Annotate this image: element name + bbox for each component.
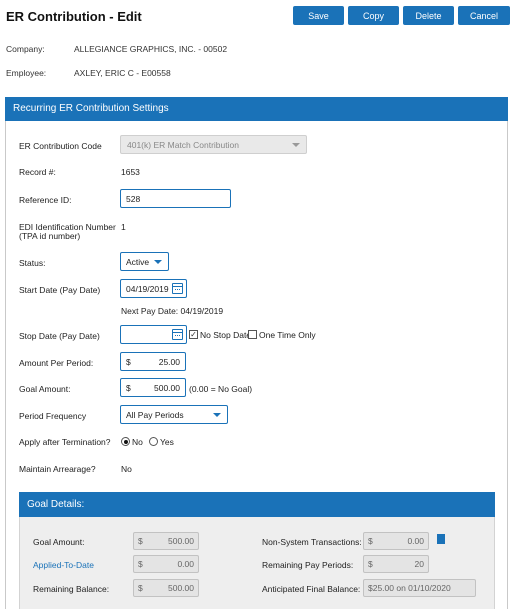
applied-to-date-value: 0.00 [177, 559, 194, 569]
chevron-down-icon [213, 413, 221, 417]
contribution-code-value: 401(k) ER Match Contribution [127, 140, 239, 150]
contribution-code-select: 401(k) ER Match Contribution [120, 135, 307, 154]
anticipated-final-balance-field: $25.00 on 01/10/2020 [363, 579, 476, 597]
reference-id-label: Reference ID: [19, 195, 72, 205]
start-date-value: 04/19/2019 [126, 284, 169, 294]
reference-id-input[interactable]: 528 [120, 189, 231, 208]
stop-date-label: Stop Date (Pay Date) [19, 331, 100, 341]
copy-button[interactable]: Copy [348, 6, 399, 25]
edi-label-line2: (TPA id number) [19, 231, 81, 241]
employee-value: AXLEY, ERIC C - E00558 [74, 68, 171, 78]
remaining-pay-periods-value: 20 [414, 559, 424, 569]
anticipated-final-balance-label: Anticipated Final Balance: [262, 584, 361, 594]
period-frequency-value: All Pay Periods [126, 410, 184, 420]
goal-amount-value: 500.00 [154, 383, 180, 393]
record-value: 1653 [121, 167, 140, 177]
period-frequency-select[interactable]: All Pay Periods [120, 405, 228, 424]
page-title: ER Contribution - Edit [6, 9, 142, 24]
calendar-icon[interactable] [172, 283, 183, 294]
non-system-transactions-value: 0.00 [407, 536, 424, 546]
amount-per-period-label: Amount Per Period: [19, 358, 94, 368]
no-stop-date-checkbox[interactable]: ✓ [189, 330, 198, 339]
remaining-pay-periods-label: Remaining Pay Periods: [262, 560, 354, 570]
currency-symbol: $ [368, 536, 373, 546]
delete-button[interactable]: Delete [403, 6, 454, 25]
chevron-down-icon [292, 143, 300, 147]
period-frequency-label: Period Frequency [19, 411, 87, 421]
settings-panel-title: Recurring ER Contribution Settings [5, 97, 508, 121]
edi-value: 1 [121, 222, 126, 232]
remaining-balance-value: 500.00 [168, 583, 194, 593]
apply-after-termination-no-radio[interactable] [121, 437, 130, 446]
start-date-label: Start Date (Pay Date) [19, 285, 101, 295]
remaining-balance-field: $ 500.00 [133, 579, 199, 597]
calendar-icon[interactable] [172, 329, 183, 340]
no-stop-date-label: No Stop Date [200, 330, 252, 340]
status-value: Active [126, 257, 150, 267]
currency-symbol: $ [368, 559, 373, 569]
anticipated-final-balance-value: $25.00 on 01/10/2020 [368, 583, 451, 593]
reference-id-value: 528 [126, 194, 141, 204]
one-time-only-checkbox[interactable] [248, 330, 257, 339]
goal-amount-note: (0.00 = No Goal) [189, 384, 253, 394]
currency-symbol: $ [126, 357, 131, 367]
apply-after-termination-yes-radio[interactable] [149, 437, 158, 446]
start-date-input[interactable]: 04/19/2019 [120, 279, 187, 298]
maintain-arrearage-value: No [121, 464, 132, 474]
employee-label: Employee: [6, 68, 47, 78]
currency-symbol: $ [126, 383, 131, 393]
non-system-transactions-label: Non-System Transactions: [262, 537, 362, 547]
applied-to-date-link[interactable]: Applied-To-Date [33, 560, 94, 570]
goal-amount-input[interactable]: $ 500.00 [120, 378, 186, 397]
goal-details-title: Goal Details: [19, 492, 495, 517]
company-label: Company: [6, 44, 45, 54]
maintain-arrearage-label: Maintain Arrearage? [19, 464, 96, 474]
apply-after-termination-yes-label: Yes [160, 437, 174, 447]
contribution-code-label: ER Contribution Code [19, 141, 102, 151]
goal-details-goal-amount-label: Goal Amount: [33, 537, 85, 547]
amount-per-period-value: 25.00 [158, 357, 180, 367]
non-system-transactions-field: $ 0.00 [363, 532, 429, 550]
next-pay-date: Next Pay Date: 04/19/2019 [121, 306, 224, 316]
stop-date-input[interactable] [120, 325, 187, 344]
chevron-down-icon [154, 260, 162, 264]
currency-symbol: $ [138, 559, 143, 569]
currency-symbol: $ [138, 536, 143, 546]
status-select[interactable]: Active [120, 252, 169, 271]
record-label: Record #: [19, 167, 56, 177]
goal-amount-label: Goal Amount: [19, 384, 71, 394]
remaining-pay-periods-field: $ 20 [363, 555, 429, 573]
company-value: ALLEGIANCE GRAPHICS, INC. - 00502 [74, 44, 228, 54]
document-icon[interactable] [437, 534, 445, 544]
cancel-button[interactable]: Cancel [458, 6, 510, 25]
amount-per-period-input[interactable]: $ 25.00 [120, 352, 186, 371]
status-label: Status: [19, 258, 46, 268]
goal-details-goal-amount-field: $ 500.00 [133, 532, 199, 550]
apply-after-termination-no-label: No [132, 437, 143, 447]
applied-to-date-field: $ 0.00 [133, 555, 199, 573]
remaining-balance-label: Remaining Balance: [33, 584, 110, 594]
one-time-only-label: One Time Only [259, 330, 316, 340]
currency-symbol: $ [138, 583, 143, 593]
apply-after-termination-label: Apply after Termination? [19, 437, 111, 447]
save-button[interactable]: Save [293, 6, 344, 25]
goal-details-goal-amount-value: 500.00 [168, 536, 194, 546]
